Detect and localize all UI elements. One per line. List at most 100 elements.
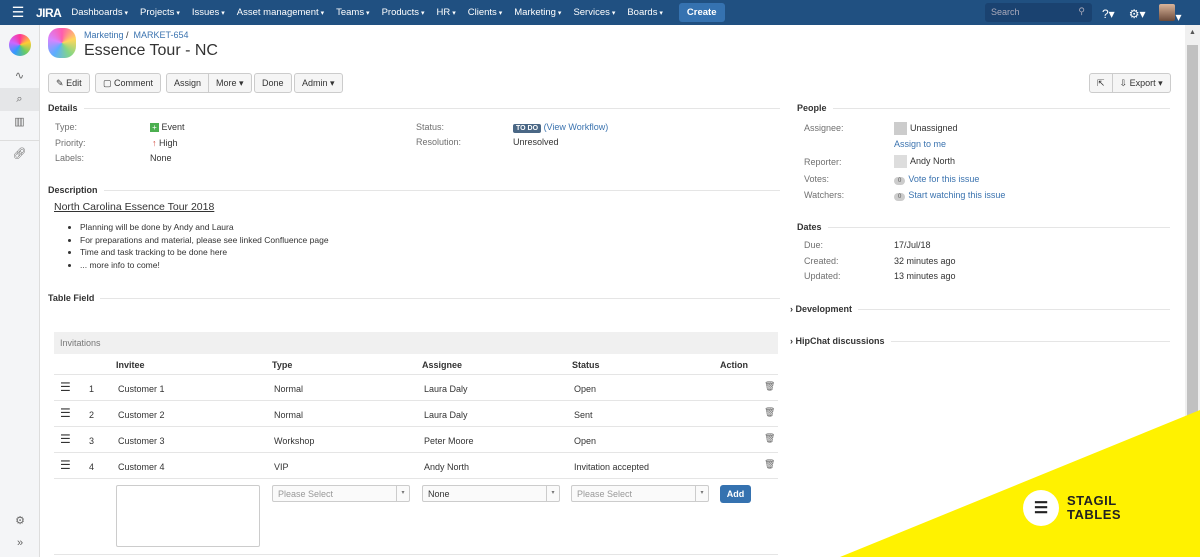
- admin-button[interactable]: Admin ▾: [294, 73, 343, 93]
- pencil-icon: ✎: [56, 78, 64, 88]
- table-row: ☰ 2 Customer 2 Normal Laura Daly Sent 🗑︎: [54, 401, 778, 427]
- settings-icon[interactable]: ⚙: [0, 510, 40, 533]
- cell-status: Invitation accepted: [574, 462, 650, 472]
- table-row: ☰ 3 Customer 3 Workshop Peter Moore Open…: [54, 427, 778, 453]
- assignee-select[interactable]: None: [422, 485, 560, 502]
- votes-label: Votes:: [804, 174, 830, 184]
- status-select[interactable]: Please Select: [571, 485, 709, 502]
- gear-icon[interactable]: ⚙▾: [1129, 7, 1146, 21]
- expand-sidebar-icon[interactable]: »: [0, 532, 40, 555]
- comment-icon: ▢: [103, 78, 112, 88]
- trash-icon[interactable]: 🗑︎: [764, 459, 775, 470]
- table-field-heading: Table Field: [48, 293, 780, 303]
- nav-asset-management[interactable]: Asset management: [237, 7, 324, 18]
- drag-handle-icon[interactable]: ☰: [60, 432, 71, 446]
- share-icon[interactable]: ⇱: [1089, 73, 1113, 93]
- add-row-form: Please Select None Please Select Add: [54, 479, 778, 555]
- brand-triangle: [840, 410, 1200, 557]
- hipchat-toggle[interactable]: › HipChat discussions: [790, 336, 1170, 346]
- nav-marketing[interactable]: Marketing: [514, 7, 561, 18]
- nav-teams[interactable]: Teams: [336, 7, 369, 18]
- updated-label: Updated:: [804, 271, 841, 281]
- nav-services[interactable]: Services: [573, 7, 615, 18]
- resolution-value: Unresolved: [513, 137, 559, 147]
- add-button[interactable]: Add: [720, 485, 751, 503]
- table-caption: Invitations: [54, 332, 778, 354]
- assignee-value: Unassigned: [894, 122, 958, 135]
- cell-invitee: Customer 2: [118, 410, 165, 420]
- search-input[interactable]: Search ⚲: [985, 3, 1092, 22]
- priority-label: Priority:: [55, 138, 86, 148]
- project-avatar[interactable]: [0, 25, 39, 65]
- scrollbar[interactable]: ▲: [1185, 25, 1200, 557]
- cell-type: Normal: [274, 384, 304, 394]
- trash-icon[interactable]: 🗑︎: [764, 433, 775, 444]
- assign-to-me-link[interactable]: Assign to me: [894, 139, 946, 149]
- issues-search-icon[interactable]: ⌕: [0, 88, 39, 111]
- breadcrumb-issue-key[interactable]: MARKET-654: [134, 30, 189, 40]
- vote-link[interactable]: Vote for this issue: [908, 174, 979, 184]
- link-icon[interactable]: 🔗︎: [0, 140, 39, 163]
- invitee-textarea[interactable]: [116, 485, 260, 547]
- breadcrumb-project[interactable]: Marketing: [84, 30, 124, 40]
- col-type: Type: [272, 360, 293, 370]
- done-button[interactable]: Done: [254, 73, 292, 93]
- type-select[interactable]: Please Select: [272, 485, 410, 502]
- activity-icon[interactable]: ∿: [0, 65, 39, 88]
- drag-handle-icon[interactable]: ☰: [60, 406, 71, 420]
- col-status: Status: [572, 360, 600, 370]
- row-number: 3: [89, 436, 95, 446]
- create-button[interactable]: Create: [678, 3, 725, 22]
- resolution-label: Resolution:: [416, 137, 462, 147]
- drag-handle-icon[interactable]: ☰: [60, 458, 71, 472]
- reports-icon[interactable]: ▥: [0, 111, 39, 134]
- edit-button[interactable]: ✎ Edit: [48, 73, 90, 93]
- nav-projects[interactable]: Projects: [140, 7, 180, 18]
- assign-button[interactable]: Assign: [166, 73, 210, 93]
- nav-hr[interactable]: HR: [437, 7, 456, 18]
- nav-dashboards[interactable]: Dashboards: [71, 7, 128, 18]
- reporter-avatar: [894, 155, 907, 168]
- project-avatar-large: [48, 28, 76, 58]
- due-label: Due:: [804, 240, 824, 250]
- cell-status: Open: [574, 436, 597, 446]
- scrollbar-thumb[interactable]: [1187, 45, 1198, 435]
- cell-status: Open: [574, 384, 597, 394]
- scroll-up-icon[interactable]: ▲: [1189, 29, 1196, 36]
- comment-label: Comment: [114, 78, 154, 88]
- created-value: 32 minutes ago: [894, 256, 956, 266]
- cell-invitee: Customer 3: [118, 436, 165, 446]
- watch-link[interactable]: Start watching this issue: [908, 190, 1005, 200]
- export-button[interactable]: ⇩ Export ▾: [1112, 73, 1171, 93]
- cell-assignee: Laura Daly: [424, 410, 468, 420]
- project-sidebar: ∿ ⌕ ▥ 🔗︎ ⚙ »: [0, 25, 40, 557]
- jira-logo[interactable]: JIRA: [36, 6, 62, 20]
- nav-clients[interactable]: Clients: [468, 7, 503, 18]
- trash-icon[interactable]: 🗑︎: [764, 407, 775, 418]
- cell-assignee: Andy North: [424, 462, 470, 472]
- comment-button[interactable]: ▢ Comment: [95, 73, 162, 93]
- menu-icon[interactable]: ☰: [0, 4, 36, 21]
- trash-icon[interactable]: 🗑︎: [764, 381, 775, 392]
- nav-products[interactable]: Products: [382, 7, 425, 18]
- col-invitee: Invitee: [116, 360, 145, 370]
- nav-boards[interactable]: Boards: [627, 7, 663, 18]
- nav-issues[interactable]: Issues: [192, 7, 225, 18]
- votes-count: 0: [894, 177, 906, 185]
- view-workflow-link[interactable]: (View Workflow): [544, 122, 609, 132]
- reporter-value[interactable]: Andy North: [894, 155, 955, 168]
- arrow-up-icon: ↑: [152, 138, 157, 148]
- description-bullet: Planning will be done by Andy and Laura: [80, 221, 329, 234]
- type-label: Type:: [55, 122, 78, 132]
- more-button[interactable]: More ▾: [209, 73, 252, 93]
- drag-handle-icon[interactable]: ☰: [60, 380, 71, 394]
- cell-type: VIP: [274, 462, 289, 472]
- user-avatar[interactable]: ▾: [1159, 4, 1182, 24]
- help-icon[interactable]: ?▾: [1102, 7, 1115, 21]
- breadcrumb: Marketing / MARKET-654: [84, 30, 189, 40]
- issue-header: Marketing / MARKET-654 Essence Tour - NC: [48, 28, 218, 59]
- reporter-label: Reporter:: [804, 157, 842, 167]
- labels-value: None: [150, 153, 172, 163]
- created-label: Created:: [804, 256, 839, 266]
- development-toggle[interactable]: › Development: [790, 304, 1170, 314]
